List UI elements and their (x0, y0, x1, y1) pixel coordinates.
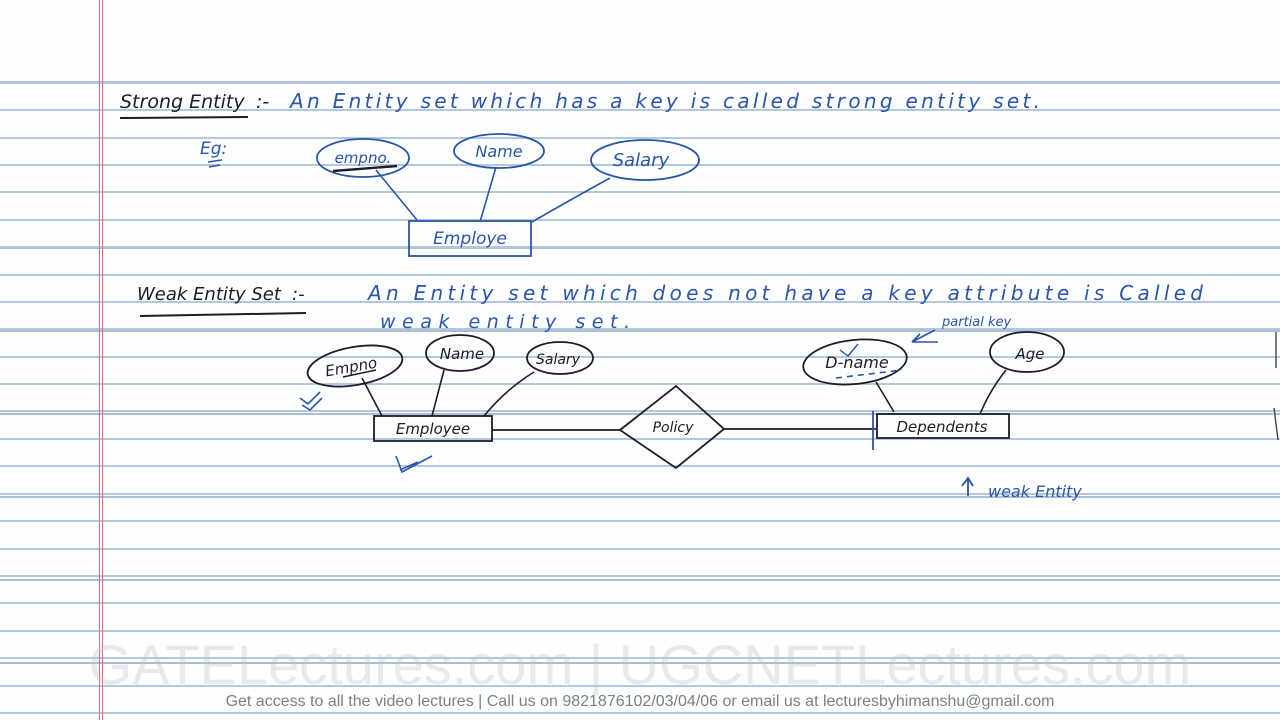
heading-underline (139, 312, 307, 317)
attribute-label: Salary (536, 352, 581, 368)
attribute-name-weak-section: Name (425, 334, 495, 372)
checkmark-icon (395, 455, 433, 474)
watermark: GATELectures.com | UGCNETLectures.com (88, 633, 1192, 696)
attribute-name: Name (453, 133, 545, 169)
entity-employee: Employee (373, 415, 493, 442)
entity-label: Employee (396, 420, 470, 438)
entity-label: Dependents (897, 418, 988, 436)
attribute-connector (875, 381, 895, 413)
edge-scribbles (1273, 332, 1279, 441)
arrow-up-icon (961, 476, 974, 496)
attribute-connector (375, 169, 418, 221)
weak-entity-heading: Weak Entity Set (137, 284, 282, 305)
strong-entity-definition: An Entity set which has a key is called … (288, 89, 1040, 113)
attribute-label: Name (440, 345, 484, 363)
heading-underline (119, 116, 249, 119)
weak-entity-definition-line2: weak entity set. (380, 311, 630, 333)
entity-dependents: Dependents (876, 413, 1010, 439)
example-underline (207, 159, 223, 163)
attribute-label: Salary (613, 150, 670, 171)
handwriting-layer: Strong Entity :- An Entity set which has… (119, 89, 1279, 501)
definition-separator: :- (256, 91, 269, 113)
strong-entity-section: Strong Entity :- An Entity set which has… (119, 89, 1040, 257)
arrow-left-icon (911, 329, 938, 343)
attribute-label: D-name (825, 353, 889, 372)
definition-separator: :- (292, 284, 305, 305)
attribute-dname: D-name (802, 338, 908, 386)
attribute-age: Age (989, 331, 1065, 373)
entity-employe: Employe (408, 220, 532, 257)
attribute-empno-weak-section: Empno (306, 344, 404, 388)
attribute-label: Empno (324, 354, 379, 381)
attribute-empno: empno. (316, 138, 410, 178)
attribute-connector (979, 369, 1007, 415)
attribute-salary: Salary (590, 139, 700, 181)
partial-key-note: partial key (941, 315, 1012, 330)
relationship-policy: Policy (618, 384, 726, 470)
weak-entity-note: weak Entity (988, 482, 1082, 501)
weak-entity-section: Weak Entity Set :- An Entity set which d… (137, 281, 1203, 501)
attribute-connector (431, 369, 445, 417)
example-label: Eg: (200, 139, 227, 159)
entity-label: Employe (433, 229, 507, 249)
attribute-label: empno. (335, 149, 392, 167)
attribute-connector (483, 371, 535, 417)
checkmark-icon (299, 391, 323, 412)
attribute-connector (479, 166, 497, 223)
strong-entity-heading: Strong Entity (120, 91, 245, 113)
attribute-salary-weak-section: Salary (526, 341, 594, 375)
footer-contact-text: Get access to all the video lectures | C… (225, 693, 1055, 710)
example-underline (208, 164, 221, 168)
weak-entity-definition-line1: An Entity set which does not have a key … (366, 281, 1203, 305)
edge-mark (1273, 332, 1279, 441)
attribute-connector (531, 177, 611, 223)
relationship-label: Policy (653, 420, 694, 436)
attribute-label: Age (1014, 345, 1044, 363)
attribute-label: Name (475, 142, 522, 161)
